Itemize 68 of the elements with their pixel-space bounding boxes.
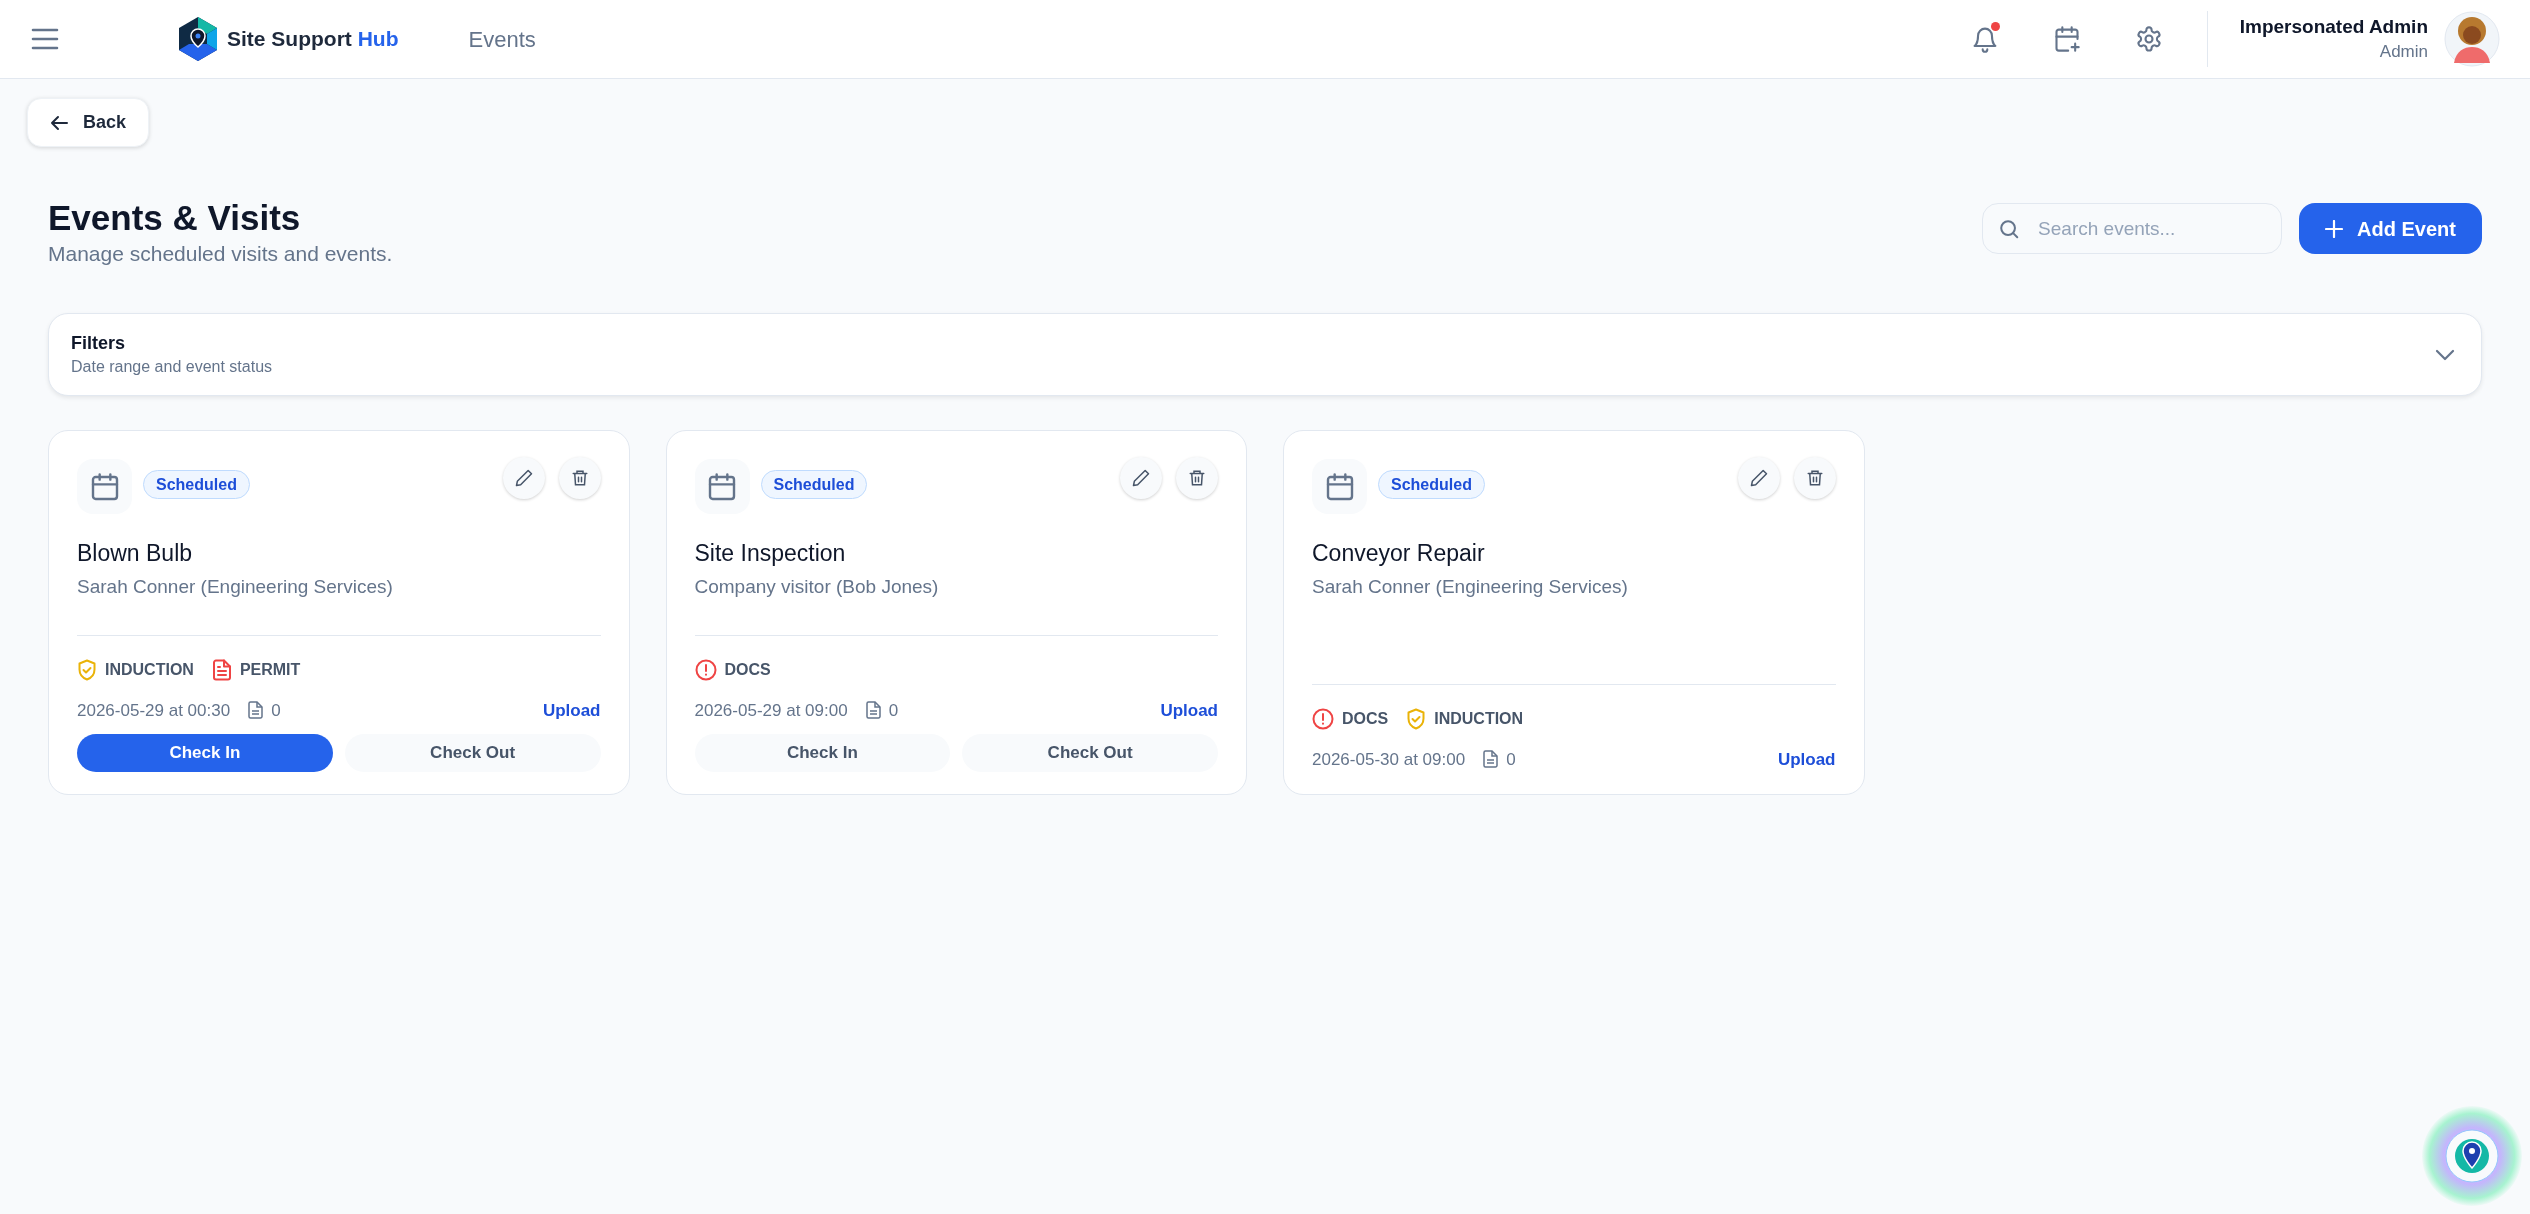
- requirement-tag: INDUCTION: [1434, 706, 1524, 731]
- add-event-button[interactable]: Add Event: [2299, 203, 2482, 254]
- requirement-tag: DOCS: [724, 657, 771, 682]
- status-badge: Scheduled: [143, 470, 250, 499]
- event-title: Conveyor Repair: [1312, 539, 1486, 568]
- document-count: 0: [1506, 748, 1516, 771]
- pencil-icon: [1131, 468, 1151, 488]
- page-heading: Events & Visits: [48, 197, 302, 239]
- requirement-tag: PERMIT: [239, 657, 301, 682]
- upload-link[interactable]: Upload: [542, 697, 601, 723]
- trash-icon: [1188, 468, 1206, 488]
- alert-circle-icon: [1312, 707, 1334, 730]
- check-in-button[interactable]: Check In: [77, 734, 333, 772]
- upload-link[interactable]: Upload: [1777, 746, 1836, 772]
- brand-name: Site Support Hub: [227, 26, 399, 53]
- pencil-icon: [513, 468, 534, 488]
- filters-title: Filters: [71, 331, 127, 355]
- event-title: Site Inspection: [694, 539, 847, 568]
- requirement-tag: DOCS: [1342, 706, 1389, 731]
- trash-icon: [570, 468, 589, 488]
- document-count: 0: [888, 699, 899, 722]
- event-datetime: 2026-05-29 at 00:30: [77, 699, 231, 722]
- search-field[interactable]: Search events...: [1982, 203, 2283, 254]
- edit-button[interactable]: [502, 457, 545, 499]
- page-title: Events: [468, 25, 536, 54]
- event-datetime: 2026-05-30 at 09:00: [1312, 748, 1466, 771]
- event-person: Sarah Conner (Engineering Services): [1312, 575, 1629, 599]
- avatar[interactable]: [2444, 11, 2500, 67]
- user-role: Admin: [2379, 41, 2428, 63]
- requirement-tag: INDUCTION: [105, 657, 194, 682]
- event-title: Blown Bulb: [77, 539, 194, 568]
- page-subtitle: Manage scheduled visits and events.: [48, 241, 393, 267]
- filters-subtitle: Date range and event status: [71, 356, 273, 377]
- filters-panel[interactable]: Filters Date range and event status: [48, 313, 2482, 396]
- event-person: Sarah Conner (Engineering Services): [77, 575, 394, 599]
- delete-button[interactable]: [1793, 457, 1836, 499]
- map-pin-icon: [2444, 1128, 2500, 1184]
- status-badge: Scheduled: [760, 470, 868, 499]
- check-out-button[interactable]: Check Out: [962, 734, 1218, 772]
- alert-circle-icon: [694, 658, 717, 681]
- calendar-icon: [1312, 459, 1367, 514]
- back-button[interactable]: Back: [27, 98, 150, 147]
- event-person: Company visitor (Bob Jones): [694, 575, 940, 599]
- edit-button[interactable]: [1737, 457, 1780, 499]
- delete-button[interactable]: [1176, 457, 1218, 499]
- calendar-icon: [694, 459, 750, 514]
- pencil-icon: [1748, 468, 1769, 488]
- search-icon: [1998, 218, 2021, 240]
- document-icon: [248, 701, 264, 720]
- plus-icon: [2325, 219, 2344, 238]
- event-datetime: 2026-05-29 at 09:00: [694, 699, 848, 722]
- logo-icon: [177, 16, 219, 62]
- delete-button[interactable]: [558, 457, 601, 499]
- trash-icon: [1805, 468, 1824, 488]
- document-icon: [211, 658, 232, 681]
- check-in-button[interactable]: Check In: [694, 734, 951, 772]
- shield-check-icon: [1406, 707, 1427, 730]
- upload-link[interactable]: Upload: [1160, 697, 1218, 723]
- shield-check-icon: [77, 658, 97, 681]
- arrow-left-icon: [50, 114, 68, 131]
- document-icon: [1483, 750, 1499, 769]
- check-out-button[interactable]: Check Out: [344, 734, 601, 772]
- edit-button[interactable]: [1120, 457, 1162, 499]
- user-name: Impersonated Admin: [2239, 15, 2428, 39]
- status-badge: Scheduled: [1378, 470, 1485, 499]
- document-icon: [865, 701, 881, 720]
- document-count: 0: [271, 699, 281, 722]
- calendar-icon: [77, 459, 132, 514]
